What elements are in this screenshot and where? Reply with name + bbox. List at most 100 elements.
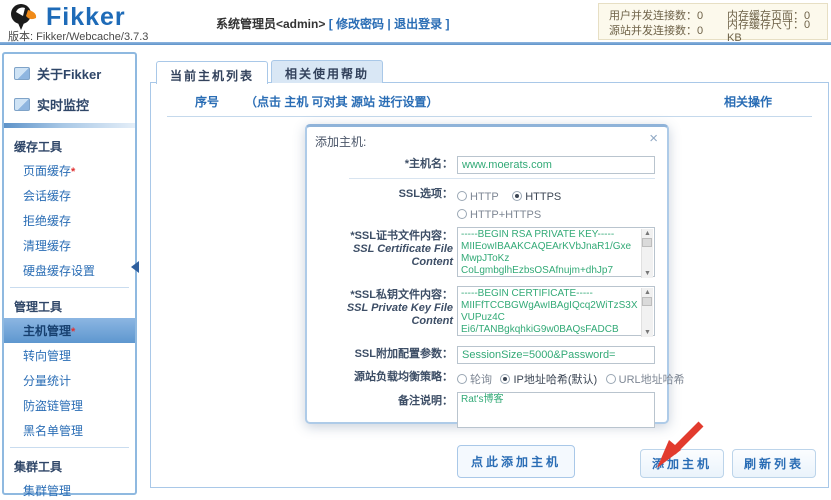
ssl-option-label: SSL选项： <box>315 185 453 201</box>
column-index: 序号 <box>195 93 219 110</box>
sidebar-item-page-cache[interactable]: 页面缓存* <box>4 158 135 183</box>
scroll-up-icon[interactable]: ▲ <box>644 230 651 237</box>
remark-row: 备注说明： Rat's博客 <box>315 392 659 433</box>
sidebar: 关于Fikker 实时监控 缓存工具 页面缓存* 会话缓存 拒绝缓存 清理缓存 … <box>2 52 137 495</box>
sidebar-item-label: 防盗链管理 <box>23 399 83 413</box>
section-title-cluster-tools: 集群工具 <box>4 452 135 478</box>
radio-round-robin[interactable]: 轮询 <box>457 374 492 386</box>
sidebar-item-share-statistics[interactable]: 分量统计 <box>4 368 135 393</box>
bracket-right: ] <box>445 17 449 31</box>
ssl-key-row: *SSL私钥文件内容： SSL Private Key File Content… <box>315 286 659 341</box>
header: Fikker 版本: Fikker/Webcache/3.7.3 系统管理员<a… <box>0 0 831 42</box>
sidebar-item-label: 主机管理 <box>23 324 71 338</box>
sidebar-item-reject-cache[interactable]: 拒绝缓存 <box>4 208 135 233</box>
radio-icon <box>457 191 467 201</box>
scroll-down-icon[interactable]: ▼ <box>644 270 651 277</box>
about-icon <box>14 67 30 80</box>
sidebar-item-session-cache[interactable]: 会话缓存 <box>4 183 135 208</box>
radio-ip-hash[interactable]: IP地址哈希(默认) <box>500 374 597 386</box>
sidebar-item-label: 实时监控 <box>37 95 89 114</box>
radio-https[interactable]: HTTPS <box>512 191 561 203</box>
radio-icon <box>457 209 467 219</box>
sidebar-item-label: 拒绝缓存 <box>23 214 71 228</box>
scroll-up-icon[interactable]: ▲ <box>644 289 651 296</box>
radio-label: IP地址哈希(默认) <box>513 374 597 386</box>
header-divider <box>0 42 831 45</box>
ssl-key-label-en: SSL Private Key File Content <box>347 302 453 327</box>
radio-label: HTTP <box>470 191 499 203</box>
sidebar-item-realtime-monitor[interactable]: 实时监控 <box>4 89 135 120</box>
remark-textarea[interactable]: Rat's博客 <box>457 392 655 428</box>
sidebar-item-label: 集群管理 <box>23 484 71 498</box>
ssl-key-label-cn: *SSL私钥文件内容： <box>350 289 453 301</box>
admin-name: 系统管理员<admin> <box>216 17 325 31</box>
ssl-params-label: SSL附加配置参数： <box>315 345 453 361</box>
radio-http[interactable]: HTTP <box>457 191 499 203</box>
ssl-cert-label-en: SSL Certificate File Content <box>353 243 453 268</box>
radio-label: URL地址哈希 <box>619 374 685 386</box>
ssl-option-row: SSL选项： HTTP HTTPS HTTP+HTTPS <box>315 185 659 223</box>
load-balance-label: 源站负载均衡策略： <box>315 368 453 384</box>
sidebar-divider <box>10 287 129 288</box>
hostname-row: *主机名： <box>315 155 659 174</box>
radio-label: 轮询 <box>470 374 492 386</box>
sidebar-item-about-fikker[interactable]: 关于Fikker <box>4 58 135 89</box>
close-icon[interactable]: × <box>649 132 658 146</box>
ssl-params-input[interactable] <box>457 346 655 364</box>
radio-url-hash[interactable]: URL地址哈希 <box>606 374 685 386</box>
textarea-scrollbar[interactable]: ▲▼ <box>641 229 653 278</box>
remark-label: 备注说明： <box>315 392 453 408</box>
logout-link[interactable]: 退出登录 <box>394 17 442 31</box>
scrollbar-thumb[interactable] <box>642 297 652 306</box>
sidebar-item-label: 硬盘缓存设置 <box>23 264 95 278</box>
ssl-key-textarea[interactable]: -----BEGIN CERTIFICATE----- MIIFfTCCBGWg… <box>457 286 655 336</box>
radio-icon <box>606 374 616 384</box>
column-actions: 相关操作 <box>724 93 772 110</box>
sidebar-item-label: 清理缓存 <box>23 239 71 253</box>
radio-label: HTTP+HTTPS <box>470 209 541 221</box>
sidebar-item-label: 转向管理 <box>23 349 71 363</box>
memory-size-stat: 内存缓存尺寸：0 KB <box>727 16 817 44</box>
sidebar-item-clean-cache[interactable]: 清理缓存 <box>4 233 135 258</box>
list-hint: （点击 主机 可对其 源站 进行设置） <box>245 93 438 110</box>
sidebar-item-disk-cache-settings[interactable]: 硬盘缓存设置 <box>4 258 135 283</box>
ssl-key-label: *SSL私钥文件内容： SSL Private Key File Content <box>315 286 453 328</box>
sidebar-item-antileech-management[interactable]: 防盗链管理 <box>4 393 135 418</box>
textarea-scrollbar[interactable]: ▲▼ <box>641 288 653 337</box>
sidebar-item-label: 黑名单管理 <box>23 424 83 438</box>
sidebar-item-redirect-management[interactable]: 转向管理 <box>4 343 135 368</box>
sidebar-item-host-management[interactable]: 主机管理* <box>4 318 135 343</box>
form-divider <box>349 178 655 179</box>
submit-add-host-button[interactable]: 点此添加主机 <box>457 445 575 478</box>
scrollbar-thumb[interactable] <box>642 238 652 247</box>
cache-stats-panel: 用户并发连接数：0 内存缓存页面：0 源站并发连接数：0 内存缓存尺寸：0 KB <box>598 3 828 40</box>
sidebar-item-label: 会话缓存 <box>23 189 71 203</box>
radio-http-https[interactable]: HTTP+HTTPS <box>457 209 541 221</box>
refresh-list-button[interactable]: 刷新列表 <box>732 449 816 478</box>
admin-bar: 系统管理员<admin> [ 修改密码 | 退出登录 ] <box>216 15 449 32</box>
ssl-params-row: SSL附加配置参数： <box>315 345 659 364</box>
sidebar-collapse-arrow-icon[interactable] <box>131 261 139 273</box>
ssl-cert-row: *SSL证书文件内容： SSL Certificate File Content… <box>315 227 659 282</box>
radio-label: HTTPS <box>525 191 561 203</box>
hostname-label: *主机名： <box>315 155 453 171</box>
sidebar-item-blacklist-management[interactable]: 黑名单管理 <box>4 418 135 443</box>
scroll-down-icon[interactable]: ▼ <box>644 329 651 336</box>
sidebar-item-cluster-management[interactable]: 集群管理 <box>4 478 135 500</box>
radio-icon <box>457 374 467 384</box>
tab-current-host-list[interactable]: 当前主机列表 <box>156 61 268 84</box>
ssl-cert-textarea[interactable]: -----BEGIN RSA PRIVATE KEY----- MIIEowIB… <box>457 227 655 277</box>
radio-icon <box>512 191 522 201</box>
sidebar-item-label: 页面缓存 <box>23 164 71 178</box>
change-password-link[interactable]: 修改密码 <box>336 17 384 31</box>
update-flag: * <box>71 326 75 338</box>
monitor-icon <box>14 98 30 111</box>
hostname-input[interactable] <box>457 156 655 174</box>
add-host-form: *主机名： SSL选项： HTTP HTTPS HTTP+HTTPS *SSL证… <box>315 155 659 478</box>
tab-usage-help[interactable]: 相关使用帮助 <box>271 60 383 83</box>
user-connections-stat: 用户并发连接数：0 <box>609 7 727 23</box>
ssl-cert-label: *SSL证书文件内容： SSL Certificate File Content <box>315 227 453 269</box>
section-title-cache-tools: 缓存工具 <box>4 132 135 158</box>
list-header-row: 序号 （点击 主机 可对其 源站 进行设置） 相关操作 <box>167 93 812 117</box>
list-footer-buttons: 添加主机 刷新列表 <box>640 449 816 478</box>
